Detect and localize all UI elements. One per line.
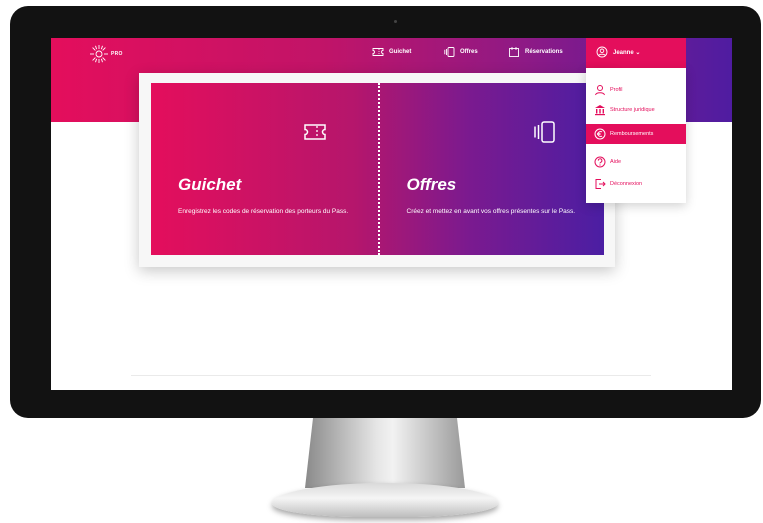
euro-icon — [594, 128, 606, 140]
nav-reservations-label: Réservations — [525, 49, 563, 55]
nav-reservations[interactable]: Réservations — [508, 46, 563, 58]
calendar-icon — [509, 47, 519, 57]
dropdown-item-deconnexion[interactable]: Déconnexion — [586, 174, 686, 194]
monitor-stand-base — [272, 483, 498, 517]
cards-icon — [533, 121, 555, 143]
ticket-icon — [304, 124, 326, 140]
camera-dot — [394, 20, 397, 23]
user-avatar-icon — [596, 46, 608, 58]
offres-card-description: Créez et mettez en avant vos offres prés… — [406, 208, 576, 215]
nav-offres-label: Offres — [460, 49, 478, 55]
dropdown-item-structure[interactable]: Structure juridique — [586, 100, 686, 120]
nav-guichet[interactable]: Guichet — [372, 46, 411, 58]
logo-text: PRO — [111, 51, 123, 57]
monitor-stand — [305, 418, 465, 488]
offres-card[interactable]: Offres Créez et mettez en avant vos offr… — [377, 83, 605, 255]
dropdown-profil-label: Profil — [610, 87, 623, 93]
sunburst-logo-icon — [90, 45, 108, 63]
guichet-card[interactable]: Guichet Enregistrez les codes de réserva… — [151, 83, 378, 255]
dropdown-deconnexion-label: Déconnexion — [610, 181, 643, 187]
dropdown-item-aide[interactable]: Aide — [586, 152, 686, 172]
guichet-card-title: Guichet — [178, 175, 242, 194]
monitor-frame: PRO Guichet Offres Réservations Jeanne ⌄… — [10, 6, 761, 418]
screen: PRO Guichet Offres Réservations Jeanne ⌄… — [51, 38, 732, 390]
nav-guichet-label: Guichet — [389, 49, 412, 55]
dropdown-remboursements-label: Remboursements — [610, 131, 654, 137]
footer-divider — [131, 375, 651, 376]
nav-user-label: Jeanne ⌄ — [613, 49, 641, 56]
logout-icon — [595, 179, 606, 189]
help-icon — [594, 156, 606, 168]
dropdown-item-profil[interactable]: Profil — [586, 80, 686, 100]
dropdown-aide-label: Aide — [610, 159, 622, 165]
offres-card-title: Offres — [406, 175, 457, 194]
bank-icon — [595, 105, 605, 116]
guichet-card-description: Enregistrez les codes de réservation des… — [178, 208, 349, 215]
dropdown-item-remboursements[interactable]: Remboursements — [586, 124, 686, 144]
ticket-icon — [372, 48, 384, 56]
cards-container: Guichet Enregistrez les codes de réserva… — [151, 83, 604, 255]
top-navigation: PRO Guichet Offres Réservations Jeanne ⌄ — [51, 38, 732, 68]
nav-user-menu[interactable]: Jeanne ⌄ — [596, 46, 640, 58]
dropdown-structure-label: Structure juridique — [610, 107, 655, 113]
pass-culture-pro-logo[interactable]: PRO — [89, 44, 123, 64]
cards-icon — [444, 47, 455, 57]
nav-offres[interactable]: Offres — [443, 46, 478, 58]
user-icon — [595, 85, 605, 96]
user-dropdown-menu: Profil Structure juridique Remboursement… — [586, 68, 686, 203]
